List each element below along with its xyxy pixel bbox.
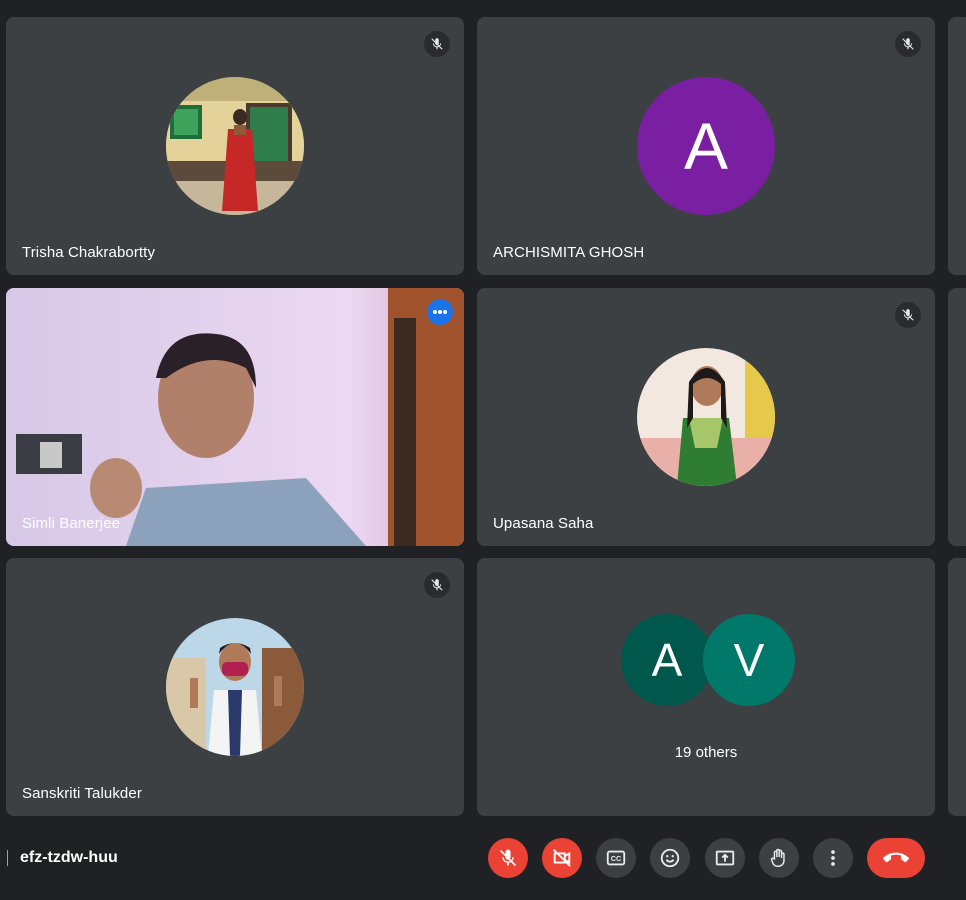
participant-avatar-photo [166,618,304,756]
leave-call-button[interactable] [867,838,925,878]
mic-off-icon [424,572,450,598]
participant-tile-trisha[interactable]: Trisha Chakrabortty [6,17,464,275]
mic-off-icon [499,849,517,867]
videocam-off-icon [553,849,571,867]
participant-name: Trisha Chakrabortty [22,244,156,261]
mic-off-icon [895,302,921,328]
mic-off-icon [424,31,450,57]
meeting-code: efz-tzdw-huu [20,849,118,866]
avatar-letter: V [733,634,765,686]
svg-text:CC: CC [611,854,622,863]
others-tile[interactable]: A V 19 others [477,558,935,816]
participant-name: Simli Banerjee [22,515,121,532]
closed-caption-icon: CC [606,850,626,866]
mic-toggle-button[interactable] [488,838,528,878]
participant-name: Upasana Saha [493,515,594,532]
divider [7,850,8,866]
present-screen-icon [715,850,735,866]
present-button[interactable] [705,838,745,878]
others-avatar: V [703,614,795,706]
raise-hand-button[interactable] [759,838,799,878]
participant-tile-sanskriti[interactable]: Sanskriti Talukder [6,558,464,816]
more-options-button[interactable] [813,838,853,878]
camera-toggle-button[interactable] [542,838,582,878]
raise-hand-icon [770,848,785,867]
participant-avatar-letter: A [637,77,775,215]
others-count-label: 19 others [674,744,738,761]
others-avatar: A [621,614,713,706]
participant-video [6,288,464,546]
avatar-letter: A [651,634,683,686]
participant-tile-simli[interactable]: Simli Banerjee [6,288,464,546]
mic-off-icon [895,31,921,57]
participant-tile-partial[interactable] [948,17,966,275]
participant-name: Sanskriti Talukder [22,785,142,802]
more-options-button[interactable] [427,299,453,325]
participant-tile-upasana[interactable]: Upasana Saha [477,288,935,546]
call-end-icon [883,852,909,863]
participant-tile-partial[interactable] [948,558,966,816]
avatar-letter: A [683,109,729,183]
participant-tile-archismita[interactable]: A ARCHISMITA GHOSH [477,17,935,275]
captions-button[interactable]: CC [596,838,636,878]
participant-name: ARCHISMITA GHOSH [493,244,645,261]
participant-avatar-photo [637,348,775,486]
participant-tile-partial[interactable] [948,288,966,546]
reactions-button[interactable] [650,838,690,878]
participant-avatar-photo [166,77,304,215]
emoji-icon [660,848,680,868]
more-vert-icon [831,850,835,866]
